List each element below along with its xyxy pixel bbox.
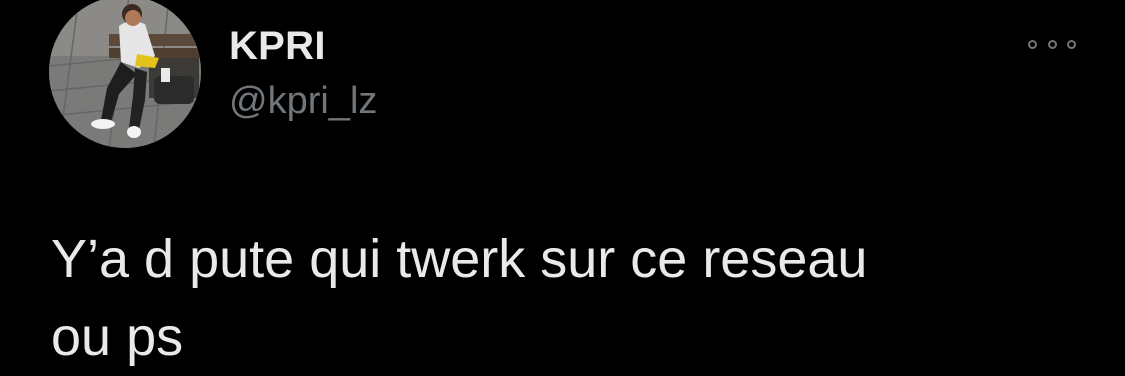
- more-dot: [1067, 39, 1076, 49]
- more-dot: [1047, 39, 1057, 49]
- tweet-text: Y’a d pute qui twerk sur ce reseau ou ps: [51, 229, 868, 367]
- more-horizontal-icon[interactable]: [1028, 34, 1076, 54]
- user-handle[interactable]: @kpri_lz: [229, 78, 377, 124]
- tweet: KPRI @kpri_lz Y’a d pute qui twerk sur c…: [0, 0, 1125, 374]
- more-dot: [1028, 39, 1037, 49]
- avatar[interactable]: [49, 0, 201, 148]
- display-name[interactable]: KPRI: [229, 22, 326, 70]
- avatar-image: [49, 0, 201, 148]
